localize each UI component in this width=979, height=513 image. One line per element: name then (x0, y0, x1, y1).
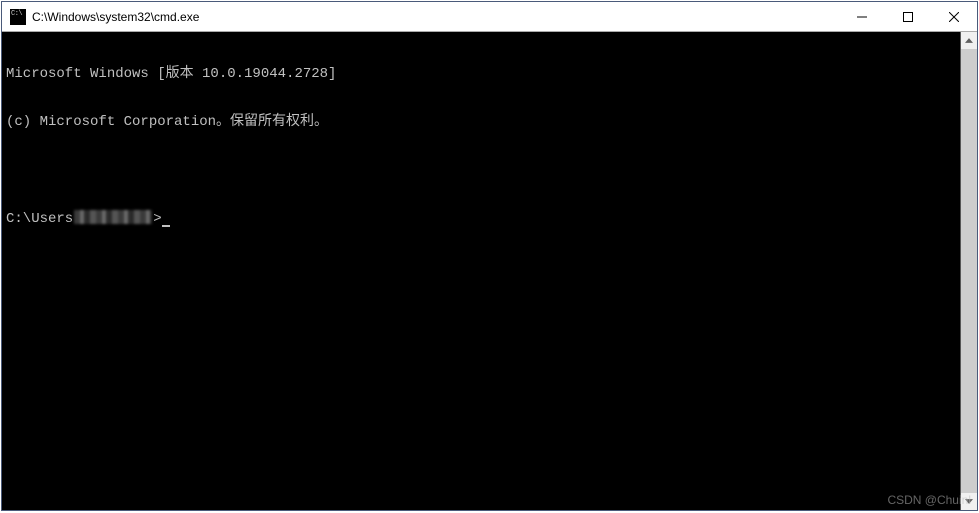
chevron-up-icon (965, 38, 973, 43)
blank-line (6, 162, 956, 178)
version-line: Microsoft Windows [版本 10.0.19044.2728] (6, 66, 956, 82)
maximize-icon (903, 12, 913, 22)
close-button[interactable] (931, 2, 977, 31)
scroll-thumb[interactable] (961, 49, 977, 493)
vertical-scrollbar[interactable] (960, 32, 977, 510)
close-icon (949, 12, 959, 22)
minimize-icon (857, 12, 867, 22)
cursor-icon (162, 225, 170, 227)
prompt-marker: > (153, 211, 161, 227)
chevron-down-icon (965, 499, 973, 504)
cmd-window: C:\Windows\system32\cmd.exe Microsoft Wi… (1, 1, 978, 511)
scroll-down-button[interactable] (961, 493, 977, 510)
client-area: Microsoft Windows [版本 10.0.19044.2728] (… (2, 32, 977, 510)
scroll-up-button[interactable] (961, 32, 977, 49)
minimize-button[interactable] (839, 2, 885, 31)
maximize-button[interactable] (885, 2, 931, 31)
titlebar[interactable]: C:\Windows\system32\cmd.exe (2, 2, 977, 32)
copyright-line: (c) Microsoft Corporation。保留所有权利。 (6, 114, 956, 130)
prompt-path-left: C:\Users (6, 211, 73, 227)
prompt-line: C:\Users > (6, 210, 956, 226)
scroll-track[interactable] (961, 49, 977, 493)
terminal-output[interactable]: Microsoft Windows [版本 10.0.19044.2728] (… (2, 32, 960, 510)
redacted-username (74, 210, 152, 224)
window-controls (839, 2, 977, 31)
cmd-icon (10, 9, 26, 25)
window-title: C:\Windows\system32\cmd.exe (32, 10, 839, 24)
